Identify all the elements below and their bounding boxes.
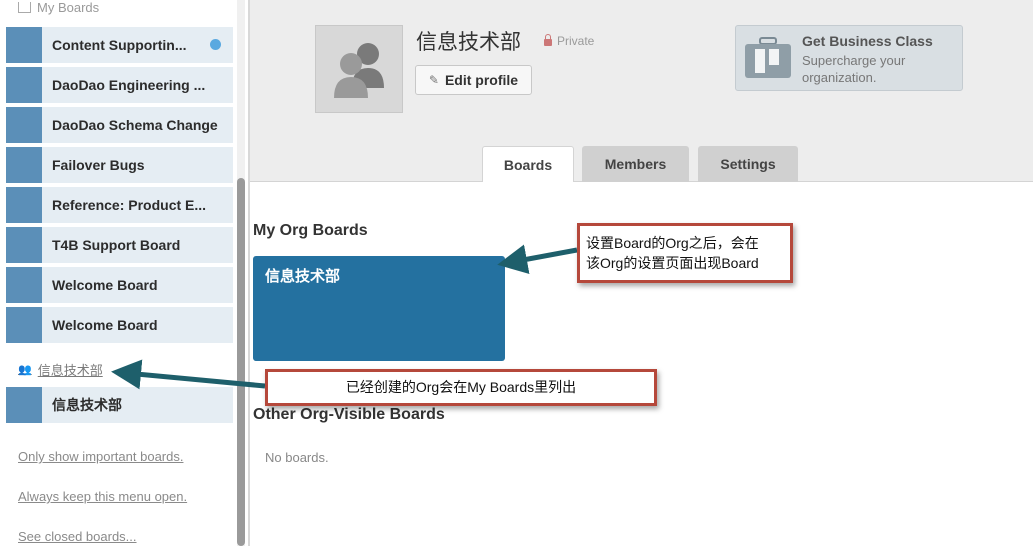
- tab-boards[interactable]: Boards: [482, 146, 574, 182]
- board-color-swatch: [6, 67, 42, 103]
- board-name: T4B Support Board: [52, 237, 181, 253]
- board-color-swatch: [6, 267, 42, 303]
- org-link-label: 信息技术部: [37, 363, 103, 378]
- board-name: Content Supportin...: [52, 37, 187, 53]
- callout1-line2: 该Org的设置页面出现Board: [586, 255, 759, 271]
- callout1-arrow: [497, 244, 578, 275]
- board-item[interactable]: T4B Support Board: [6, 227, 233, 263]
- privacy-indicator: Private: [544, 34, 594, 48]
- board-tile-title: 信息技术部: [265, 268, 341, 285]
- board-item[interactable]: Failover Bugs: [6, 147, 233, 183]
- privacy-label: Private: [557, 34, 595, 48]
- annotation-callout-board: 设置Board的Org之后，会在 该Org的设置页面出现Board: [577, 223, 793, 283]
- board-name: DaoDao Engineering ...: [52, 77, 206, 93]
- org-board-item[interactable]: 信息技术部: [6, 387, 233, 423]
- org-title: 信息技术部: [416, 31, 521, 54]
- board-color-swatch: [6, 227, 42, 263]
- closed-boards-link[interactable]: See closed boards...: [18, 529, 137, 544]
- keep-menu-open-link[interactable]: Always keep this menu open.: [18, 489, 187, 504]
- board-name: DaoDao Schema Change: [52, 117, 218, 133]
- people-avatar-icon: [334, 43, 384, 98]
- board-name: 信息技术部: [52, 397, 122, 413]
- tab-settings[interactable]: Settings: [698, 146, 798, 182]
- board-item[interactable]: Reference: Product E...: [6, 187, 233, 223]
- board-color-swatch: [6, 187, 42, 223]
- board-color-swatch: [6, 27, 42, 63]
- edit-profile-button[interactable]: ✎ Edit profile: [415, 65, 532, 95]
- board-color-swatch: [6, 147, 42, 183]
- board-item[interactable]: DaoDao Schema Change: [6, 107, 233, 143]
- edit-profile-label: Edit profile: [444, 72, 519, 88]
- callout1-line1: 设置Board的Org之后，会在: [586, 235, 759, 251]
- business-class-subtitle: Supercharge your organization.: [802, 53, 906, 85]
- board-item[interactable]: Welcome Board: [6, 267, 233, 303]
- org-avatar: [315, 25, 403, 113]
- board-item[interactable]: Welcome Board: [6, 307, 233, 343]
- my-org-boards-heading: My Org Boards: [253, 222, 368, 239]
- business-class-title: Get Business Class: [802, 33, 933, 49]
- board-name: Reference: Product E...: [52, 197, 207, 213]
- org-link[interactable]: 👥 信息技术部: [18, 360, 103, 379]
- tab-members[interactable]: Members: [582, 146, 689, 182]
- annotation-callout-org: 已经创建的Org会在My Boards里列出: [265, 369, 657, 406]
- board-color-swatch: [6, 107, 42, 143]
- board-item[interactable]: Content Supportin...: [6, 27, 233, 63]
- boards-icon: [18, 2, 31, 13]
- board-name: Welcome Board: [52, 277, 158, 293]
- other-boards-heading: Other Org-Visible Boards: [253, 406, 445, 423]
- briefcase-icon: [745, 37, 791, 78]
- board-name: Failover Bugs: [52, 157, 145, 173]
- board-name: Welcome Board: [52, 317, 158, 333]
- people-icon: 👥: [18, 364, 32, 376]
- no-boards-text: No boards.: [265, 450, 329, 465]
- board-item[interactable]: DaoDao Engineering ...: [6, 67, 233, 103]
- sidebar: My Boards Content Supportin... DaoDao En…: [0, 0, 240, 546]
- pencil-icon: ✎: [428, 73, 439, 87]
- board-color-swatch: [6, 387, 42, 423]
- board-color-swatch: [6, 307, 42, 343]
- lock-icon: [544, 34, 552, 46]
- my-boards-label: My Boards: [37, 0, 100, 15]
- my-boards-header: My Boards: [18, 0, 99, 15]
- org-board-tile[interactable]: 信息技术部: [253, 256, 505, 361]
- business-class-promo[interactable]: Get Business Class Supercharge your orga…: [735, 25, 963, 91]
- sidebar-scrollbar-thumb[interactable]: [237, 178, 245, 546]
- unread-dot-icon: [210, 39, 221, 50]
- only-important-link[interactable]: Only show important boards.: [18, 449, 183, 464]
